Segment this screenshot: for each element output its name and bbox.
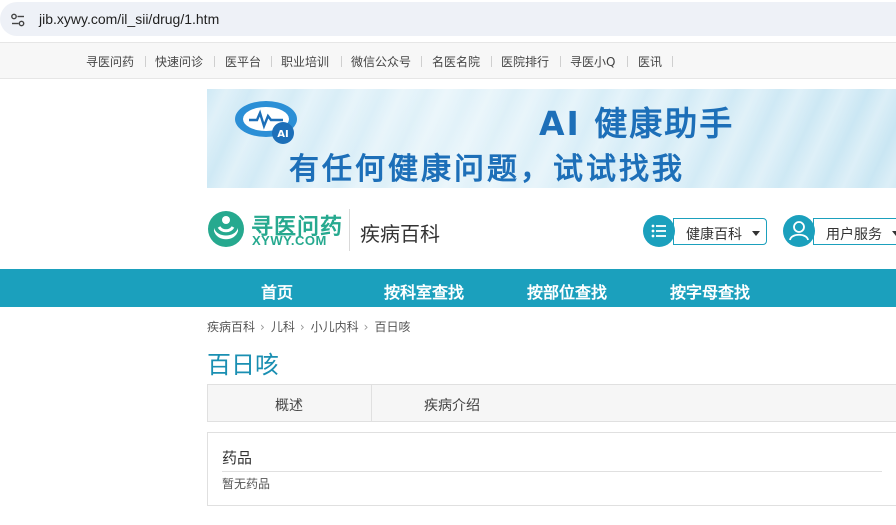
topnav-item-famous-doctors[interactable]: 名医名院 (432, 53, 480, 70)
user-service-label[interactable]: 用户服务 (826, 224, 882, 244)
logo-en-text[interactable]: XYWY.COM (252, 233, 327, 248)
chevron-right-icon: › (260, 320, 265, 334)
list-icon[interactable] (643, 215, 675, 247)
ai-badge-text: AI (277, 129, 288, 140)
divider (214, 56, 215, 67)
tab-disease-intro[interactable]: 疾病介绍 (424, 395, 480, 415)
divider (271, 56, 272, 67)
topnav-item-wechat[interactable]: 微信公众号 (351, 53, 411, 70)
ai-assistant-banner[interactable]: AI AI 健康助手 有任何健康问题，试试找我 (207, 89, 896, 188)
chevron-right-icon: › (299, 320, 305, 334)
divider (222, 471, 882, 472)
breadcrumb-item[interactable]: 儿科 (271, 318, 295, 335)
nav-by-letter[interactable]: 按字母查找 (670, 279, 750, 303)
chevron-down-icon[interactable] (752, 231, 760, 236)
user-service-dropdown[interactable]: 用户服务 (783, 215, 896, 247)
top-site-nav: 寻医问药 快速问诊 医平台 职业培训 微信公众号 名医名院 医院排行 寻医小Q … (0, 42, 896, 79)
browser-address-bar: jib.xywy.com/il_sii/drug/1.htm (0, 0, 896, 42)
banner-headline: AI 健康助手 (539, 104, 735, 143)
divider (491, 56, 492, 67)
user-service-box[interactable]: 用户服务 (813, 218, 896, 245)
breadcrumb-item[interactable]: 疾病百科 (207, 318, 255, 335)
topnav-item-hospital-rank[interactable]: 医院排行 (501, 53, 549, 70)
divider (560, 56, 561, 67)
breadcrumb-item[interactable]: 小儿内科 (311, 318, 359, 335)
url-field[interactable]: jib.xywy.com/il_sii/drug/1.htm (0, 2, 896, 36)
divider (341, 56, 342, 67)
topnav-item-quick-consult[interactable]: 快速问诊 (155, 53, 203, 70)
xywy-logo-icon[interactable] (207, 210, 245, 248)
drugs-empty-message: 暂无药品 (222, 477, 271, 491)
divider (672, 56, 673, 67)
nav-by-body-part[interactable]: 按部位查找 (527, 279, 607, 303)
main-nav: 首页 按科室查找 按部位查找 按字母查找 (0, 269, 896, 307)
health-wiki-dropdown[interactable]: 健康百科 (643, 215, 768, 247)
nav-by-department[interactable]: 按科室查找 (384, 279, 464, 303)
divider (371, 385, 372, 422)
topnav-item-platform[interactable]: 医平台 (225, 53, 261, 70)
divider (349, 209, 350, 251)
nav-home[interactable]: 首页 (261, 279, 293, 303)
page-title: 百日咳 (207, 351, 279, 379)
banner-subline: 有任何健康问题，试试找我 (289, 152, 685, 187)
divider (627, 56, 628, 67)
topnav-item-news[interactable]: 医讯 (638, 53, 662, 70)
url-text[interactable]: jib.xywy.com/il_sii/drug/1.htm (39, 11, 219, 27)
ai-assistant-icon: AI (235, 101, 297, 144)
breadcrumb: 疾病百科 › 儿科 › 小儿内科 › 百日咳 (207, 318, 411, 335)
breadcrumb-current: 百日咳 (374, 320, 411, 334)
topnav-item-xunyi[interactable]: 寻医问药 (86, 53, 134, 70)
health-wiki-label[interactable]: 健康百科 (686, 224, 742, 244)
chevron-down-icon[interactable] (892, 231, 896, 236)
divider (145, 56, 146, 67)
health-wiki-box[interactable]: 健康百科 (673, 218, 767, 245)
drugs-heading: 药品 (222, 449, 253, 467)
tab-overview[interactable]: 概述 (275, 395, 303, 415)
drugs-panel: 药品 暂无药品 (207, 432, 896, 506)
tune-icon[interactable] (10, 12, 26, 28)
tab-bar: 概述 疾病介绍 (207, 384, 896, 422)
user-icon[interactable] (783, 215, 815, 247)
chevron-right-icon: › (363, 320, 369, 334)
divider (421, 56, 422, 67)
topnav-item-training[interactable]: 职业培训 (281, 53, 329, 70)
section-title: 疾病百科 (360, 222, 440, 246)
topnav-item-xiaoq[interactable]: 寻医小Q (570, 53, 615, 70)
